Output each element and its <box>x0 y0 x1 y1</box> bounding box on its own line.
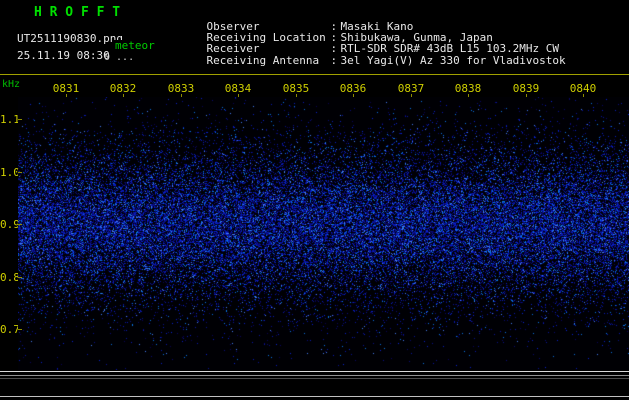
strip-baseline <box>0 396 629 397</box>
freq-label: 0.7 <box>0 323 17 336</box>
freq-label: 0.9 <box>0 218 17 231</box>
info-label: Receiving Antenna <box>207 54 331 67</box>
output-filename: UT2511190830.png <box>17 33 123 45</box>
time-tick <box>526 94 527 97</box>
time-tick <box>583 94 584 97</box>
time-tick <box>181 94 182 97</box>
info-colon: : <box>331 54 341 67</box>
time-tick <box>123 94 124 97</box>
freq-unit-label: kHz <box>2 80 20 91</box>
freq-tick <box>18 277 22 278</box>
time-tick <box>296 94 297 97</box>
time-tick <box>238 94 239 97</box>
freq-tick <box>18 119 22 120</box>
time-tick <box>468 94 469 97</box>
signal-trace-shadow <box>0 378 629 379</box>
app-title: H R O F F T <box>34 6 120 20</box>
echo-counter: 0 ... <box>104 53 134 64</box>
signal-trace-line <box>0 375 629 376</box>
time-tick <box>66 94 67 97</box>
freq-label: 0.8 <box>0 271 17 284</box>
datetime: 25.11.19 08:30 <box>17 50 110 62</box>
freq-tick <box>18 172 22 173</box>
freq-label: 1.1 <box>0 113 17 126</box>
hrofft-screen: H R O F F T UT2511190830.png meteor 25.1… <box>0 0 629 400</box>
info-value: 3el Yagi(V) Az 330 for Vladivostok <box>341 54 566 67</box>
header-separator-line <box>0 74 629 75</box>
freq-tick <box>18 224 22 225</box>
time-tick <box>411 94 412 97</box>
station-name: meteor <box>113 40 155 52</box>
time-tick <box>353 94 354 97</box>
freq-tick <box>18 329 22 330</box>
spectrogram-canvas <box>18 97 629 370</box>
plot-bottom-border <box>0 371 629 372</box>
freq-label: 1.0 <box>0 166 17 179</box>
